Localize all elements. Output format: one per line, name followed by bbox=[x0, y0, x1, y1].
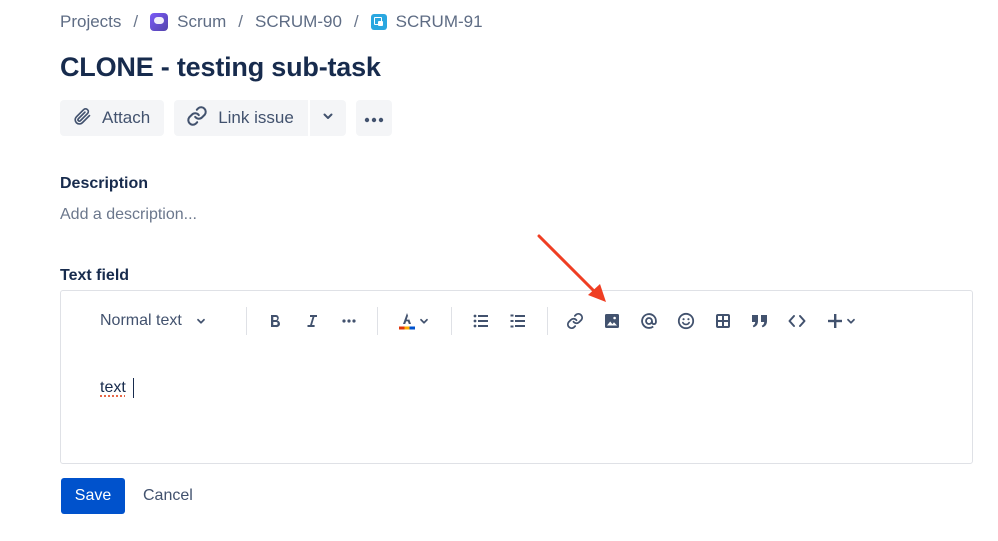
table-icon bbox=[715, 313, 731, 329]
numbered-list-icon bbox=[510, 314, 526, 329]
breadcrumb: Projects / Scrum / SCRUM-90 / SCRUM-91 bbox=[60, 10, 483, 34]
text-color-button[interactable] bbox=[395, 305, 433, 337]
breadcrumb-issue-label: SCRUM-91 bbox=[395, 12, 483, 31]
link-icon bbox=[186, 105, 218, 132]
breadcrumb-issue[interactable]: SCRUM-91 bbox=[370, 12, 483, 32]
quote-icon bbox=[751, 313, 769, 329]
chevron-down-icon bbox=[321, 108, 335, 128]
editor-content[interactable]: text bbox=[100, 379, 126, 397]
editor-toolbar: Normal text bbox=[61, 305, 972, 337]
more-formatting-icon bbox=[341, 319, 357, 323]
link-issue-dropdown-button[interactable] bbox=[309, 100, 346, 136]
text-color-icon bbox=[398, 311, 416, 331]
save-button[interactable]: Save bbox=[61, 478, 125, 514]
more-formatting-button[interactable] bbox=[337, 305, 361, 337]
quote-button[interactable] bbox=[748, 305, 772, 337]
more-actions-button[interactable] bbox=[355, 100, 392, 136]
subtask-icon bbox=[370, 14, 387, 30]
attach-label: Attach bbox=[102, 108, 151, 127]
bullet-list-button[interactable] bbox=[469, 305, 493, 337]
breadcrumb-project[interactable]: Scrum bbox=[150, 12, 226, 32]
breadcrumb-projects[interactable]: Projects bbox=[60, 12, 121, 32]
image-icon bbox=[604, 313, 620, 329]
code-icon bbox=[788, 314, 806, 328]
bold-button[interactable] bbox=[263, 305, 287, 337]
link-issue-group: Link issue bbox=[174, 100, 346, 136]
breadcrumb-separator: / bbox=[353, 12, 359, 31]
breadcrumb-separator: / bbox=[133, 12, 139, 31]
issue-title[interactable]: CLONE - testing sub-task bbox=[60, 52, 381, 83]
text-style-dropdown[interactable]: Normal text bbox=[100, 305, 220, 337]
text-field-label: Text field bbox=[60, 267, 130, 284]
insert-menu-button[interactable] bbox=[823, 305, 861, 337]
attach-button[interactable]: Attach bbox=[60, 100, 165, 136]
toolbar-divider bbox=[547, 307, 548, 335]
description-field[interactable]: Add a description... bbox=[60, 206, 197, 224]
italic-button[interactable] bbox=[300, 305, 324, 337]
project-avatar-icon bbox=[150, 13, 169, 31]
link-icon bbox=[566, 312, 584, 330]
numbered-list-button[interactable] bbox=[506, 305, 530, 337]
link-issue-button[interactable]: Link issue bbox=[174, 100, 308, 136]
breadcrumb-parent-issue[interactable]: SCRUM-90 bbox=[255, 12, 342, 32]
paperclip-icon bbox=[72, 106, 102, 131]
link-button[interactable] bbox=[563, 305, 587, 337]
text-style-label: Normal text bbox=[100, 312, 182, 329]
link-issue-label: Link issue bbox=[218, 108, 294, 127]
chevron-down-icon bbox=[195, 315, 207, 327]
chevron-down-icon bbox=[845, 315, 857, 327]
more-icon bbox=[363, 108, 385, 128]
code-button[interactable] bbox=[785, 305, 809, 337]
emoji-icon bbox=[677, 312, 695, 330]
image-button[interactable] bbox=[600, 305, 624, 337]
bullet-list-icon bbox=[473, 314, 489, 328]
italic-icon bbox=[304, 313, 320, 329]
description-label: Description bbox=[60, 175, 149, 192]
bold-icon bbox=[267, 313, 283, 329]
toolbar-divider bbox=[246, 307, 247, 335]
chevron-down-icon bbox=[418, 315, 430, 327]
table-button[interactable] bbox=[711, 305, 735, 337]
plus-icon bbox=[827, 313, 843, 329]
issue-actions: Attach Link issue bbox=[60, 100, 392, 136]
emoji-button[interactable] bbox=[674, 305, 698, 337]
breadcrumb-separator: / bbox=[238, 12, 244, 31]
breadcrumb-project-label: Scrum bbox=[177, 12, 227, 31]
mention-button[interactable] bbox=[637, 305, 661, 337]
text-field-editor[interactable]: Normal text text bbox=[60, 290, 973, 464]
text-cursor bbox=[133, 378, 134, 398]
toolbar-divider bbox=[377, 307, 378, 335]
mention-icon bbox=[640, 312, 658, 330]
toolbar-divider bbox=[451, 307, 452, 335]
cancel-button[interactable]: Cancel bbox=[135, 478, 201, 514]
